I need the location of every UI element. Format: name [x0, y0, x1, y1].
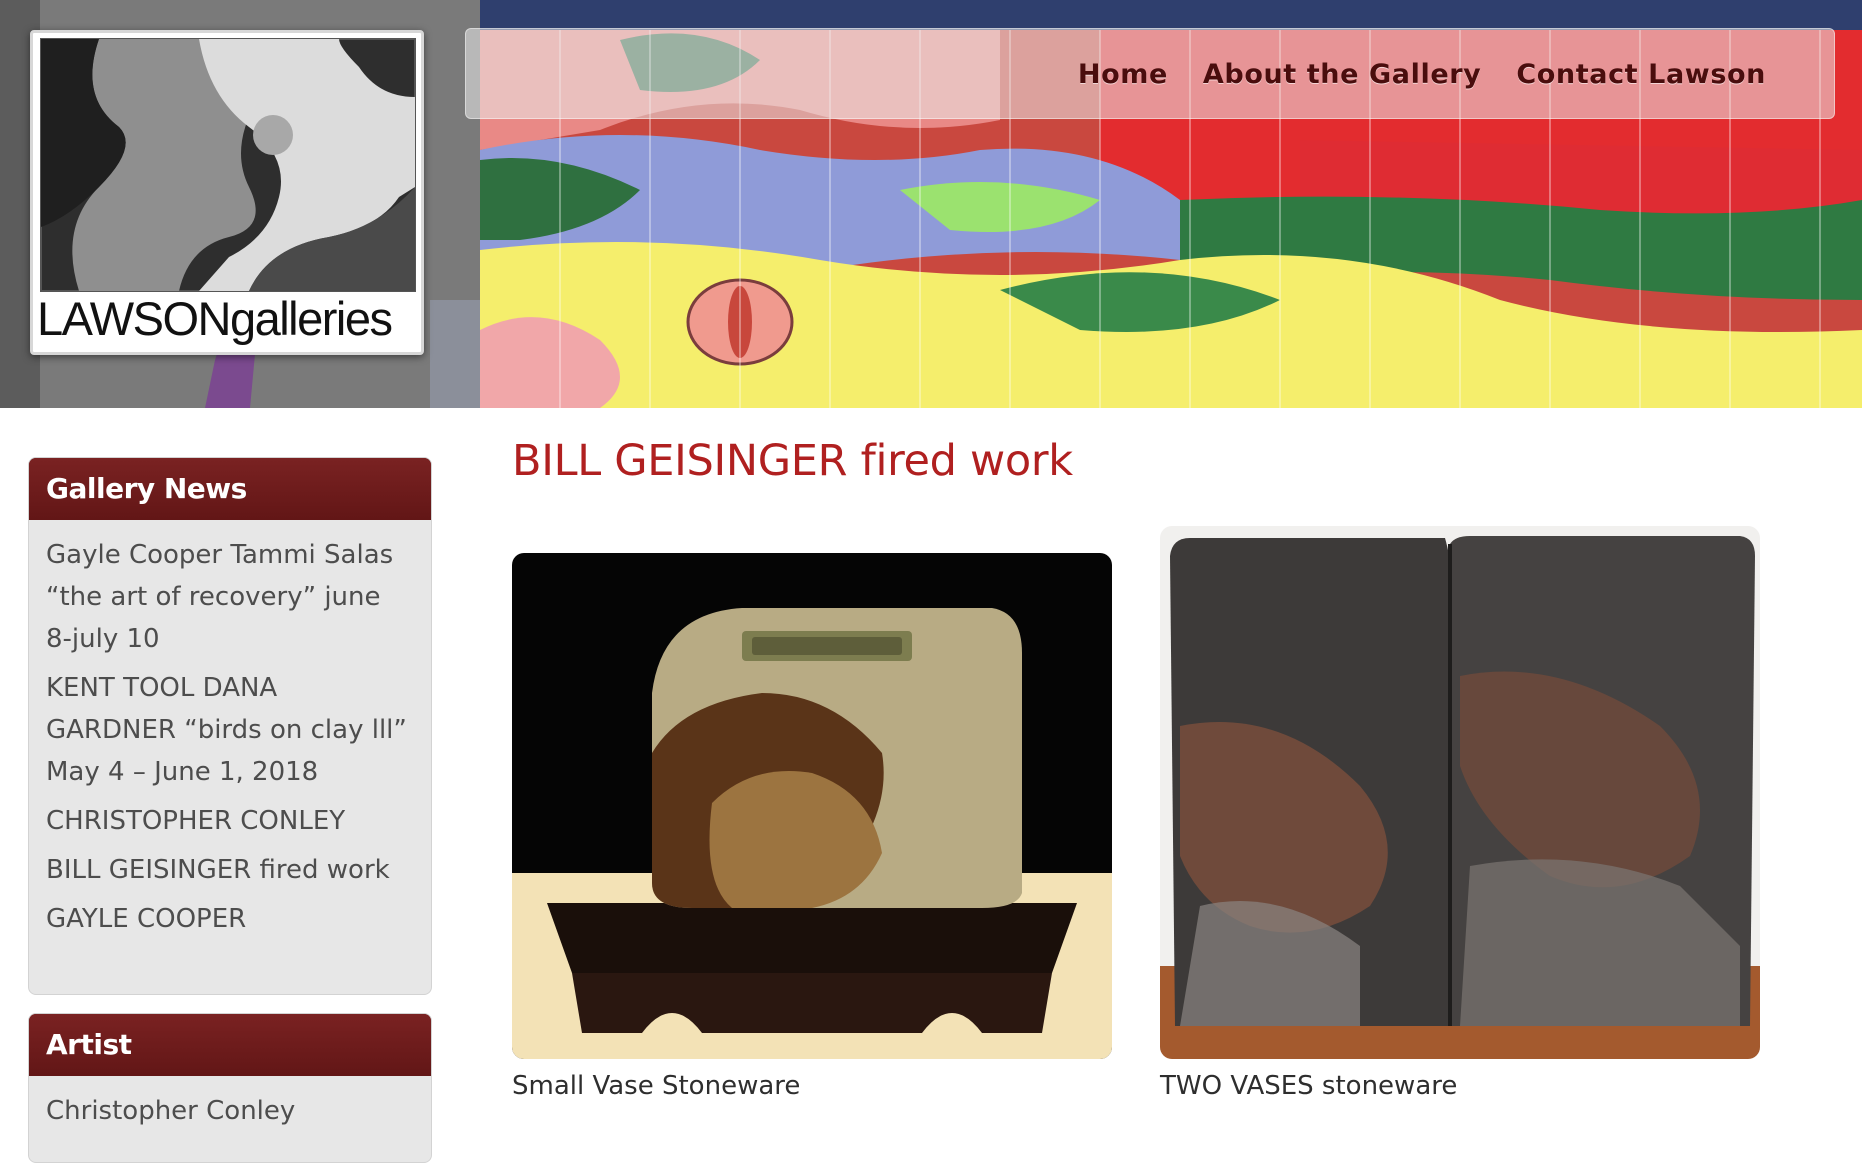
gallery-caption: TWO VASES stoneware	[1160, 1071, 1458, 1101]
logo-mark-icon	[40, 38, 416, 292]
gallery-item: TWO VASES stoneware	[1160, 526, 1760, 1101]
gallery-news-heading: Gallery News	[29, 458, 431, 520]
news-item-link[interactable]: Gayle Cooper Tammi Salas “the art of rec…	[46, 534, 413, 660]
two-vases-photo[interactable]	[1160, 526, 1760, 1059]
small-vase-photo[interactable]	[512, 553, 1112, 1059]
nav-contact-link[interactable]: Contact Lawson	[1516, 59, 1766, 90]
nav-about-gallery-link[interactable]: About the Gallery	[1203, 59, 1481, 90]
artist-item-link[interactable]: Christopher Conley	[46, 1090, 413, 1132]
artist-heading: Artist	[29, 1014, 431, 1076]
news-item-link[interactable]: BILL GEISINGER fired work	[46, 849, 413, 891]
news-item-link[interactable]: GAYLE COOPER	[46, 898, 413, 940]
news-item-link[interactable]: CHRISTOPHER CONLEY	[46, 800, 413, 842]
nav-home-link[interactable]: Home	[1078, 59, 1168, 90]
page-title: BILL GEISINGER fired work	[512, 436, 1073, 486]
site-header: LAWSONgalleries Home About the Gallery C…	[0, 0, 1862, 408]
main-navigation: Home About the Gallery Contact Lawson	[465, 28, 1835, 119]
gallery-news-widget: Gallery News Gayle Cooper Tammi Salas “t…	[28, 457, 432, 995]
news-item-link[interactable]: KENT TOOL DANA GARDNER “birds on clay ll…	[46, 667, 413, 793]
gallery-caption: Small Vase Stoneware	[512, 1071, 801, 1101]
artist-widget: Artist Christopher Conley	[28, 1013, 432, 1163]
artist-list: Christopher Conley	[29, 1076, 431, 1132]
site-logo[interactable]: LAWSONgalleries	[30, 30, 424, 355]
gallery-news-list: Gayle Cooper Tammi Salas “the art of rec…	[29, 520, 431, 940]
gallery-item: Small Vase Stoneware	[512, 553, 1112, 1101]
logo-brand-light: galleries	[229, 292, 393, 345]
logo-brand-strong: LAWSON	[37, 292, 231, 345]
logo-wordmark: LAWSONgalleries	[37, 295, 421, 342]
